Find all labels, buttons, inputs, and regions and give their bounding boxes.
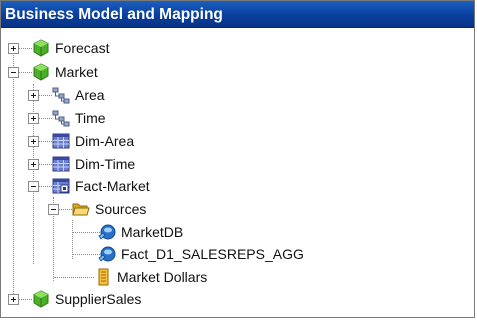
tree-node-label: Time	[75, 110, 106, 126]
tree-connector	[73, 254, 100, 255]
collapse-sources-button[interactable]	[48, 204, 59, 215]
tree-node-fact-d1-salesreps-agg[interactable]: Fact_D1_SALESREPS_AGG	[98, 243, 304, 265]
tree-connector	[18, 48, 32, 49]
green-cube-icon	[32, 63, 50, 81]
tree-connector	[38, 164, 52, 165]
green-cube-icon	[32, 39, 50, 57]
collapse-fact-market-button[interactable]	[28, 181, 39, 192]
tree-connector	[18, 72, 32, 73]
hierarchy-icon	[52, 86, 70, 104]
tree-node-label: Dim-Area	[75, 133, 135, 149]
business-model-panel: Business Model and Mapping Forecast Mark…	[0, 0, 475, 318]
tree-connector	[38, 95, 52, 96]
expand-area-button[interactable]	[28, 90, 39, 101]
expand-forecast-button[interactable]	[8, 43, 19, 54]
business-model-tree: Forecast Market Area Time Dim-Area Dim-T…	[1, 29, 474, 319]
tree-node-market-dollars[interactable]: Market Dollars	[94, 266, 207, 288]
tree-node-market[interactable]: Market	[32, 61, 98, 83]
tree-node-label: Fact-Market	[75, 178, 150, 194]
hierarchy-icon	[52, 109, 70, 127]
logical-table-source-icon	[98, 245, 116, 263]
tree-connector	[58, 209, 72, 210]
tree-connector	[38, 186, 52, 187]
collapse-market-button[interactable]	[8, 67, 19, 78]
tree-connector	[13, 48, 14, 298]
tree-node-label: Market Dollars	[117, 269, 208, 285]
tree-node-label: Forecast	[55, 40, 110, 56]
tree-node-forecast[interactable]: Forecast	[32, 37, 109, 59]
tree-node-dim-area[interactable]: Dim-Area	[52, 130, 134, 152]
tree-node-label: SupplierSales	[55, 291, 142, 307]
logical-table-source-icon	[98, 223, 116, 241]
tree-connector	[73, 232, 100, 233]
expand-dim-time-button[interactable]	[28, 159, 39, 170]
tree-node-sources[interactable]: Sources	[72, 198, 146, 220]
folder-open-icon	[72, 200, 90, 218]
tree-node-label: Dim-Time	[75, 156, 136, 172]
tree-node-time[interactable]: Time	[52, 107, 106, 129]
tree-node-label: MarketDB	[121, 224, 184, 240]
expand-time-button[interactable]	[28, 113, 39, 124]
expand-dim-area-button[interactable]	[28, 136, 39, 147]
tree-connector	[33, 84, 34, 264]
dimension-table-icon	[52, 155, 70, 173]
tree-node-label: Sources	[95, 201, 147, 217]
tree-node-label: Fact_D1_SALESREPS_AGG	[121, 246, 304, 262]
tree-node-supplier-sales[interactable]: SupplierSales	[32, 288, 141, 310]
panel-title: Business Model and Mapping	[1, 1, 474, 28]
tree-node-label: Market	[55, 64, 98, 80]
tree-node-market-db[interactable]: MarketDB	[98, 221, 183, 243]
tree-connector	[54, 277, 94, 278]
fact-table-icon	[52, 177, 70, 195]
green-cube-icon	[32, 290, 50, 308]
tree-node-fact-market[interactable]: Fact-Market	[52, 175, 150, 197]
tree-connector	[38, 141, 52, 142]
tree-node-label: Area	[75, 87, 105, 103]
tree-connector	[18, 299, 32, 300]
tree-node-dim-time[interactable]: Dim-Time	[52, 153, 135, 175]
measure-column-icon	[94, 268, 112, 286]
tree-node-area[interactable]: Area	[52, 84, 105, 106]
tree-connector	[38, 118, 52, 119]
expand-supplier-sales-button[interactable]	[8, 294, 19, 305]
dimension-table-icon	[52, 132, 70, 150]
